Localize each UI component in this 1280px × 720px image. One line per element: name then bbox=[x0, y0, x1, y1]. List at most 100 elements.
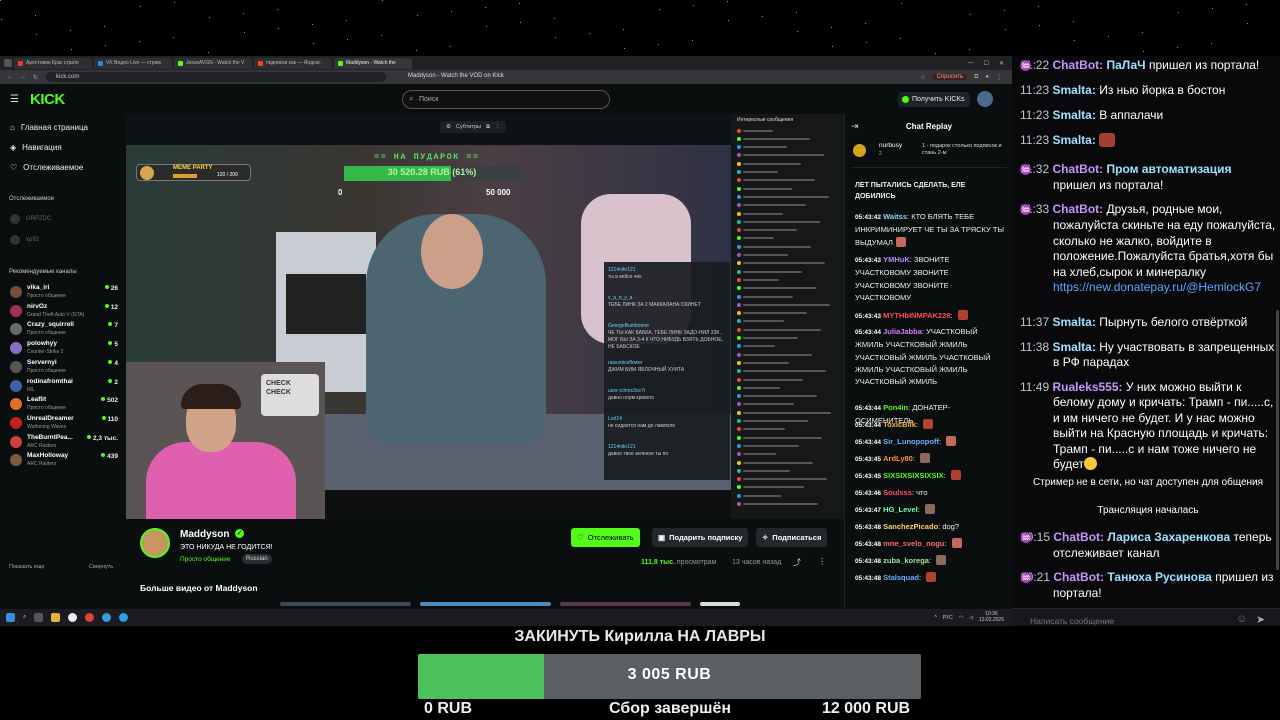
forward-icon[interactable]: → bbox=[20, 74, 26, 81]
menu-dots-icon[interactable]: ⋮ bbox=[996, 74, 1002, 81]
collapse-link[interactable]: Свернуть bbox=[89, 564, 113, 570]
video-thumbnail[interactable] bbox=[420, 602, 551, 606]
chat-mention[interactable]: Лариса Захаренкова bbox=[1107, 530, 1230, 544]
task-view-icon[interactable] bbox=[34, 613, 44, 622]
chat-username[interactable]: Waitss bbox=[883, 212, 907, 221]
chat-username[interactable]: ChatBot: bbox=[1052, 202, 1103, 216]
share-icon[interactable]: ⤴ bbox=[793, 557, 801, 568]
recommended-channel[interactable]: polowhyy Counter-Strike 2 5 bbox=[10, 339, 118, 359]
explorer-icon[interactable] bbox=[51, 613, 61, 622]
chat-username[interactable]: ArdLy80 bbox=[883, 454, 913, 463]
browser-tab[interactable]: Арестовин Краг страте bbox=[14, 57, 92, 69]
profile-icon[interactable]: ● bbox=[985, 74, 989, 80]
hamburger-menu-icon[interactable]: ☰ bbox=[10, 94, 19, 105]
chat-username[interactable]: JuliaJabba bbox=[883, 327, 922, 336]
sidebar-item-following[interactable]: ♡ Отслеживаемое bbox=[10, 163, 83, 172]
chat-username[interactable]: mne_svelo_nogu bbox=[883, 539, 944, 548]
chat-username[interactable]: MYTHbINMPAK228 bbox=[883, 311, 950, 320]
sidebar-item-browse[interactable]: ◈ Навигация bbox=[10, 143, 62, 152]
back-icon[interactable]: ← bbox=[7, 74, 13, 81]
recommended-channel[interactable]: MaxHolloway ARC Raiders 439 bbox=[10, 451, 118, 471]
follow-button[interactable]: ♡ Отслеживать bbox=[571, 528, 640, 547]
language-badge[interactable]: Russian bbox=[242, 554, 272, 564]
recommended-channel[interactable]: rodinafromthai IRL 2 bbox=[10, 377, 118, 397]
user-avatar[interactable] bbox=[977, 91, 993, 107]
emoji-icon[interactable]: ☺ bbox=[1236, 613, 1247, 625]
video-thumbnail[interactable] bbox=[560, 602, 691, 606]
recommended-channel[interactable]: nirvOz Grand Theft Auto V (GTA) 12 bbox=[10, 302, 118, 322]
tray-chevron-icon[interactable]: ^ bbox=[934, 615, 936, 621]
windows-start-icon[interactable] bbox=[6, 613, 15, 622]
chat-username[interactable]: Smalta: bbox=[1052, 315, 1095, 329]
get-kicks-button[interactable]: Получить KICKs bbox=[898, 92, 970, 107]
more-options-icon[interactable]: ⋮ bbox=[818, 557, 826, 566]
chat-username[interactable]: ChatBot: bbox=[1052, 58, 1103, 72]
recommended-channel[interactable]: Servernyi Просто общение 4 bbox=[10, 358, 118, 378]
reload-icon[interactable]: ↻ bbox=[33, 74, 38, 81]
chat-username[interactable]: Pon4in bbox=[883, 403, 908, 412]
yandex-icon[interactable] bbox=[68, 613, 78, 622]
recommended-channel[interactable]: Leaflit Просто общение 502 bbox=[10, 395, 118, 415]
sidebar-item-home[interactable]: ⌂ Главная страница bbox=[10, 123, 88, 132]
recommended-channel[interactable]: TheBurntPea... ARC Raiders 2,3 тыс. bbox=[10, 433, 118, 453]
recommended-channel[interactable]: Crazy_squirrell Просто общение 7 bbox=[10, 320, 118, 340]
chat-username[interactable]: zuba_korega bbox=[883, 556, 929, 565]
browser-tab[interactable]: подписки как — Яндекс bbox=[254, 57, 332, 69]
video-player[interactable]: ⚙ Субтитры ⧉ ⋮ MEME PARTY 120 / 200 == НА П… bbox=[126, 114, 844, 519]
search-input[interactable]: ⌕ Поиск bbox=[402, 90, 610, 109]
send-icon[interactable]: ➤ bbox=[1256, 613, 1265, 626]
chat-username[interactable]: Stalsquad bbox=[883, 573, 919, 582]
subscribe-button[interactable]: ✧ Подписаться bbox=[756, 528, 828, 547]
chat-username[interactable]: Smalta: bbox=[1052, 133, 1095, 147]
chat-username[interactable]: ChatBot: bbox=[1053, 530, 1104, 544]
video-thumbnail[interactable] bbox=[280, 602, 411, 606]
chat-username[interactable]: Smalta: bbox=[1052, 340, 1095, 354]
bookmark-icon[interactable]: ☆ bbox=[920, 74, 925, 81]
browser-tab[interactable]: VK Видео Live — стрим bbox=[94, 57, 172, 69]
chat-username[interactable]: ChatBot: bbox=[1052, 162, 1103, 176]
chat-username[interactable]: Sir_Lunopopoff bbox=[883, 437, 939, 446]
chat-username[interactable]: Smalta: bbox=[1052, 108, 1095, 122]
followed-channel[interactable]: GRPZDC bbox=[10, 214, 51, 224]
chat-username[interactable]: HG_Level bbox=[883, 505, 918, 514]
chat-mention[interactable]: ПаЛаЧ bbox=[1106, 58, 1145, 72]
maximize-icon[interactable]: ☐ bbox=[984, 60, 989, 67]
chrome-icon[interactable] bbox=[85, 613, 95, 622]
channel-name[interactable]: Maddyson bbox=[180, 529, 229, 540]
followed-channel[interactable]: xp92 bbox=[10, 235, 39, 245]
show-more-link[interactable]: Показать еще bbox=[9, 564, 45, 570]
telegram-icon[interactable] bbox=[119, 613, 129, 622]
chat-username[interactable]: Smalta: bbox=[1052, 83, 1095, 97]
language-indicator[interactable]: РУС bbox=[943, 615, 953, 621]
ask-button[interactable]: Спросить bbox=[932, 74, 968, 80]
chat-username[interactable]: ToxicBlik bbox=[883, 420, 916, 429]
volume-icon[interactable]: ◁ bbox=[969, 615, 973, 621]
browser-tab[interactable]: JesusAVGN - Watch the V bbox=[174, 57, 252, 69]
recommended-channel[interactable]: vika_iri Просто общение 26 bbox=[10, 283, 118, 303]
extensions-icon[interactable]: ⧉ bbox=[974, 74, 978, 81]
stream-category[interactable]: Просто общение bbox=[180, 556, 231, 563]
chat-username[interactable]: ChatBot: bbox=[1053, 570, 1104, 584]
channel-avatar[interactable] bbox=[140, 528, 170, 558]
chat-username[interactable]: YMHuK bbox=[883, 255, 910, 264]
chat-scrollbar[interactable] bbox=[1276, 310, 1279, 570]
search-icon[interactable]: ⌕ bbox=[23, 614, 26, 621]
chat-username[interactable]: SIXSIXSIXSIXSIX bbox=[883, 471, 943, 480]
close-icon[interactable]: ✕ bbox=[999, 60, 1004, 67]
chat-username[interactable]: Soulsss bbox=[883, 488, 912, 497]
donation-link[interactable]: https://new.donatepay.ru/@HemlockG7 bbox=[1053, 280, 1261, 294]
browser-menu-icon[interactable] bbox=[4, 59, 12, 67]
recommended-channel[interactable]: UnrealDreamer Wuthering Waves 110 bbox=[10, 414, 118, 434]
video-thumbnail[interactable] bbox=[700, 602, 740, 606]
clock[interactable]: 10:36 13.02.2026 bbox=[979, 611, 1004, 623]
chat-username[interactable]: SanchezPicado bbox=[883, 522, 938, 531]
subtitles-button[interactable]: ⚙ Субтитры ⧉ ⋮ bbox=[440, 121, 507, 133]
gift-sub-button[interactable]: ▣ Подарить подписку bbox=[652, 528, 749, 547]
kick-logo[interactable]: KICK bbox=[30, 91, 65, 108]
chat-username[interactable]: Rualeks555: bbox=[1052, 380, 1122, 394]
url-input[interactable]: kick.com bbox=[46, 72, 387, 82]
wifi-icon[interactable]: ◠ bbox=[959, 615, 963, 621]
chat-mention[interactable]: Танюха Русинова bbox=[1107, 570, 1211, 584]
browser-tab[interactable]: Maddyson - Watch the bbox=[334, 57, 412, 69]
app-icon[interactable] bbox=[102, 613, 112, 622]
